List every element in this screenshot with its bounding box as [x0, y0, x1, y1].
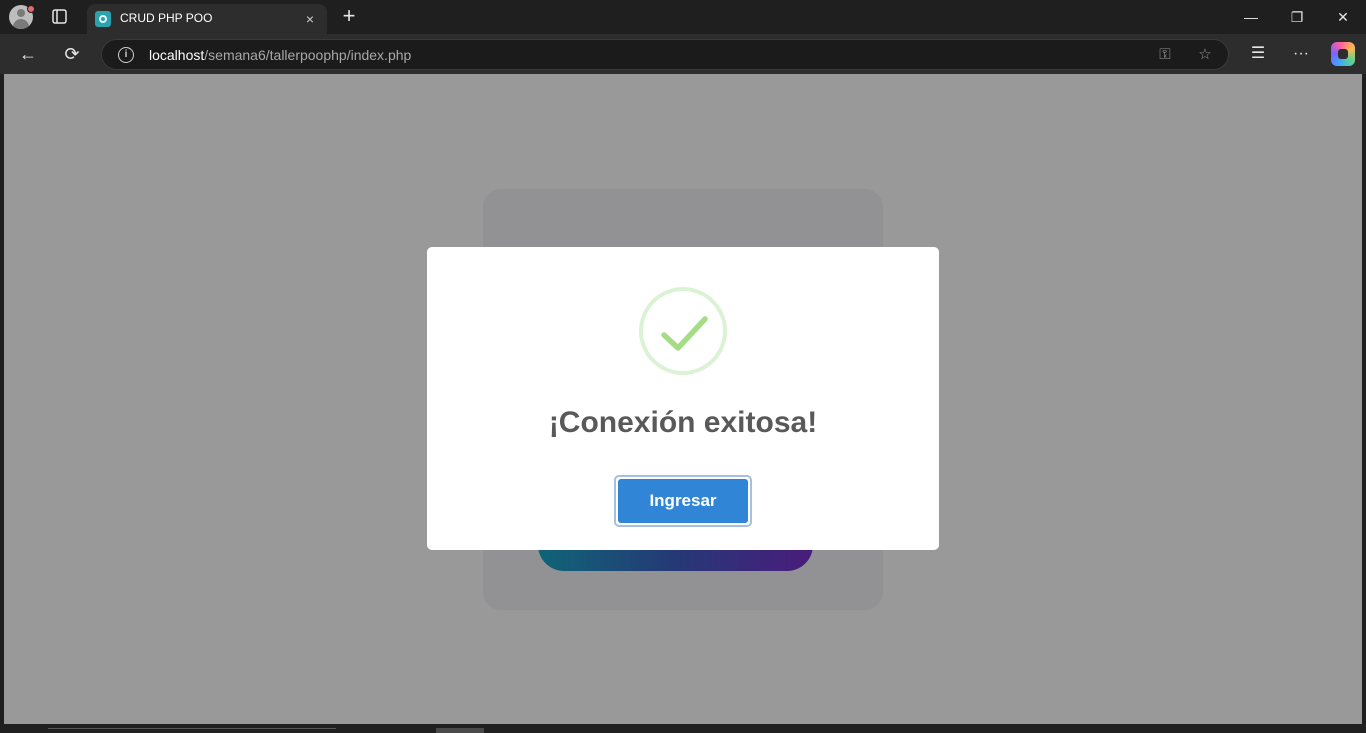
url-path: /semana6/tallerpoophp/index.php [204, 47, 412, 63]
address-bar[interactable]: i localhost/semana6/tallerpoophp/index.p… [101, 39, 1229, 70]
password-key-icon[interactable]: ⚿ [1155, 45, 1175, 65]
tab-title: CRUD PHP POO [120, 11, 213, 25]
restore-button[interactable]: ❐ [1274, 0, 1320, 34]
page-viewport: ¡Conexión exitosa! Ingresar [4, 74, 1362, 724]
success-check-icon [639, 287, 727, 375]
minimize-button[interactable]: — [1228, 0, 1274, 34]
success-dialog: ¡Conexión exitosa! Ingresar [427, 247, 939, 550]
new-tab-button[interactable]: + [338, 5, 360, 27]
close-window-button[interactable]: ✕ [1320, 0, 1366, 34]
url-text[interactable]: localhost/semana6/tallerpoophp/index.php [149, 47, 411, 63]
favorite-star-icon[interactable]: ☆ [1195, 45, 1215, 65]
favorites-icon[interactable]: ☰ [1246, 42, 1270, 66]
notification-dot [27, 5, 35, 13]
dialog-title: ¡Conexión exitosa! [548, 406, 818, 439]
bottom-strip [0, 724, 1366, 733]
reload-icon[interactable]: ⟳ [60, 42, 84, 66]
back-arrow-icon[interactable]: ← [16, 42, 40, 66]
site-favicon-icon [95, 11, 111, 27]
tab-close-icon[interactable]: × [301, 10, 319, 28]
more-options-icon[interactable]: ··· [1289, 42, 1313, 66]
copilot-icon[interactable] [1331, 42, 1355, 66]
ingresar-button[interactable]: Ingresar [614, 475, 752, 527]
url-host: localhost [149, 47, 205, 63]
site-info-icon[interactable]: i [118, 47, 134, 63]
tab-actions-icon[interactable] [52, 9, 67, 24]
browser-toolbar: ← ⟳ i localhost/semana6/tallerpoophp/ind… [0, 34, 1366, 74]
browser-tab[interactable]: CRUD PHP POO × [87, 4, 327, 34]
ingresar-button-label: Ingresar [618, 479, 748, 523]
title-bar: CRUD PHP POO × + — ❐ ✕ [0, 0, 1366, 34]
